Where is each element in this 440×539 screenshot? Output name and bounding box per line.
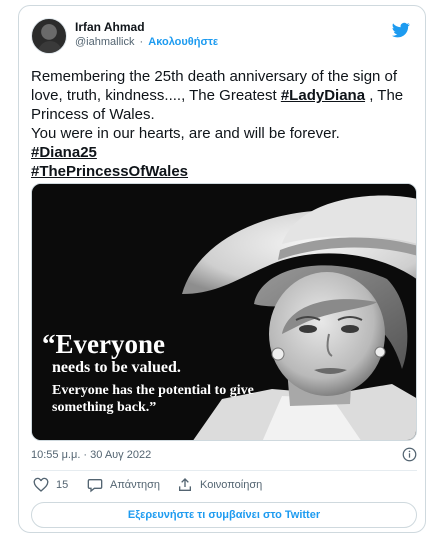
tweet-meta: 10:55 μ.μ. · 30 Αυγ 2022 <box>31 446 417 466</box>
author-display-name[interactable]: Irfan Ahmad <box>75 20 218 35</box>
author-info: Irfan Ahmad @iahmallick · Ακολουθήστε <box>75 20 218 50</box>
tweet-paragraph-1: Remembering the 25th death anniversary o… <box>31 68 404 123</box>
explore-twitter-button[interactable]: Εξερευνήστε τι συμβαίνει στο Twitter <box>31 502 417 528</box>
separator-dot: · <box>139 36 144 48</box>
like-count: 15 <box>56 479 69 491</box>
reply-button[interactable]: Απάντηση <box>87 476 160 494</box>
like-button[interactable]: 15 <box>33 476 68 494</box>
heart-icon <box>33 477 49 492</box>
quote-line-3: Everyone has the potential to give somet… <box>52 383 254 415</box>
follow-link[interactable]: Ακολουθήστε <box>148 36 218 48</box>
timestamp-link[interactable]: 10:55 μ.μ. · 30 Αυγ 2022 <box>31 449 151 461</box>
speech-bubble-icon <box>87 479 103 493</box>
author-subline: @iahmallick · Ακολουθήστε <box>75 35 218 50</box>
twitter-bird-icon[interactable] <box>391 21 411 39</box>
quote-overlay: “Everyone needs to be valued. Everyone h… <box>42 330 292 416</box>
hashtag-ladydiana[interactable]: #LadyDiana <box>281 87 365 104</box>
tweet-header: Irfan Ahmad @iahmallick · Ακολουθήστε <box>31 18 413 62</box>
share-upload-icon <box>179 478 191 491</box>
quote-line-1: “Everyone <box>42 329 165 359</box>
tweet-paragraph-2: You were in our hearts, are and will be … <box>31 125 340 142</box>
tweet-embed-card: Irfan Ahmad @iahmallick · Ακολουθήστε Re… <box>18 5 426 533</box>
reply-label: Απάντηση <box>110 479 160 491</box>
tweet-actions: 15 Απάντηση Κοινοποίηση <box>31 476 417 498</box>
tweet-media-image[interactable]: “Everyone needs to be valued. Everyone h… <box>31 183 417 441</box>
info-icon[interactable] <box>402 447 417 462</box>
author-handle[interactable]: @iahmallick <box>75 36 134 48</box>
tweet-text: Remembering the 25th death anniversary o… <box>31 67 416 181</box>
divider <box>31 470 417 471</box>
share-label: Κοινοποίηση <box>200 479 263 491</box>
hashtag-theprincessofwales[interactable]: #ThePrincessOfWales <box>31 163 188 180</box>
hashtag-diana25[interactable]: #Diana25 <box>31 144 97 161</box>
avatar[interactable] <box>31 18 67 54</box>
quote-line-2: needs to be valued. <box>52 359 181 376</box>
share-button[interactable]: Κοινοποίηση <box>177 476 262 494</box>
